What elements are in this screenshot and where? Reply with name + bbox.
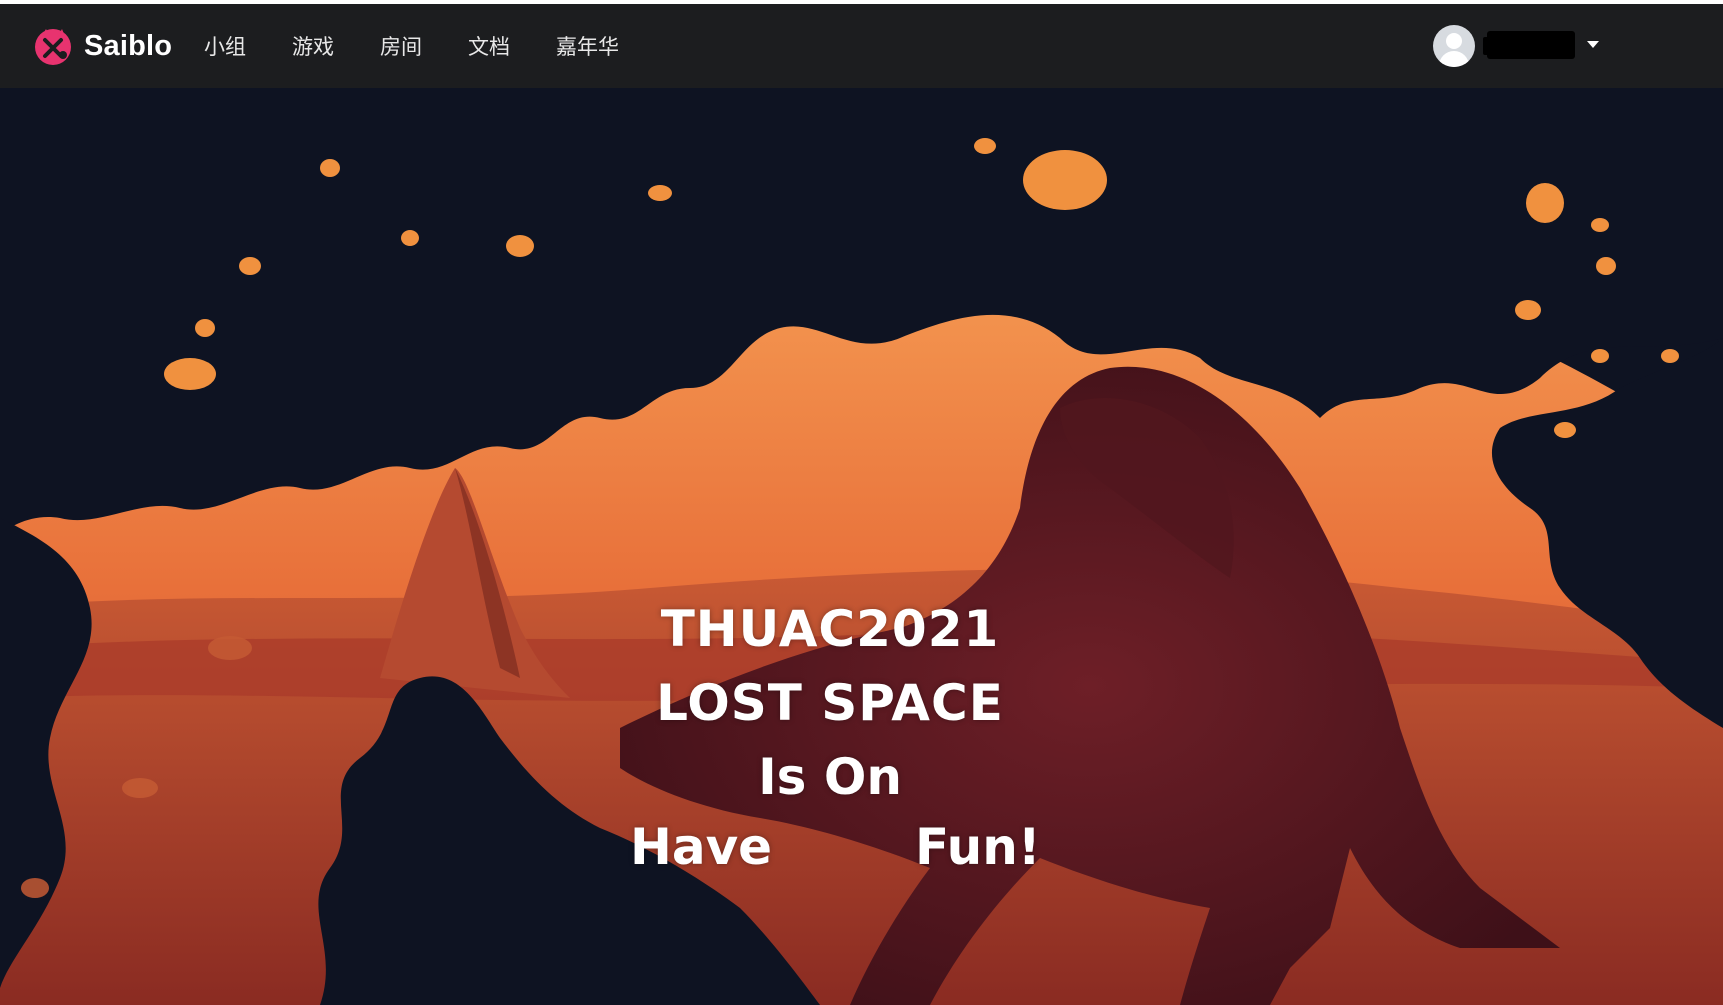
nav-item-docs[interactable]: 文档 — [468, 31, 510, 61]
caret-down-icon[interactable] — [1587, 41, 1599, 48]
hero-background-art — [0, 88, 1723, 1005]
nav-item-games[interactable]: 游戏 — [292, 31, 334, 61]
nav-item-carnival[interactable]: 嘉年华 — [556, 31, 619, 61]
hero-banner: THUAC2021 LOST SPACE Is On Have Fun! — [0, 88, 1723, 1005]
username-redacted[interactable] — [1483, 31, 1575, 59]
app-root: Saiblo 小组 游戏 房间 文档 嘉年华 THUAC2021 LOST SP… — [0, 0, 1723, 1005]
brand-name: Saiblo — [84, 29, 173, 62]
user-avatar-icon[interactable] — [1433, 25, 1475, 67]
avatar-head — [1446, 33, 1462, 49]
nav-item-groups[interactable]: 小组 — [204, 31, 246, 61]
top-navbar: Saiblo 小组 游戏 房间 文档 嘉年华 — [0, 4, 1723, 88]
brand-home-link[interactable]: Saiblo — [32, 24, 172, 68]
saiblo-logo-icon — [35, 29, 71, 65]
avatar-body — [1439, 51, 1469, 67]
nav-item-rooms[interactable]: 房间 — [380, 31, 422, 61]
user-menu[interactable] — [1433, 4, 1723, 88]
nav-links: 小组 游戏 房间 文档 嘉年华 — [204, 4, 665, 88]
